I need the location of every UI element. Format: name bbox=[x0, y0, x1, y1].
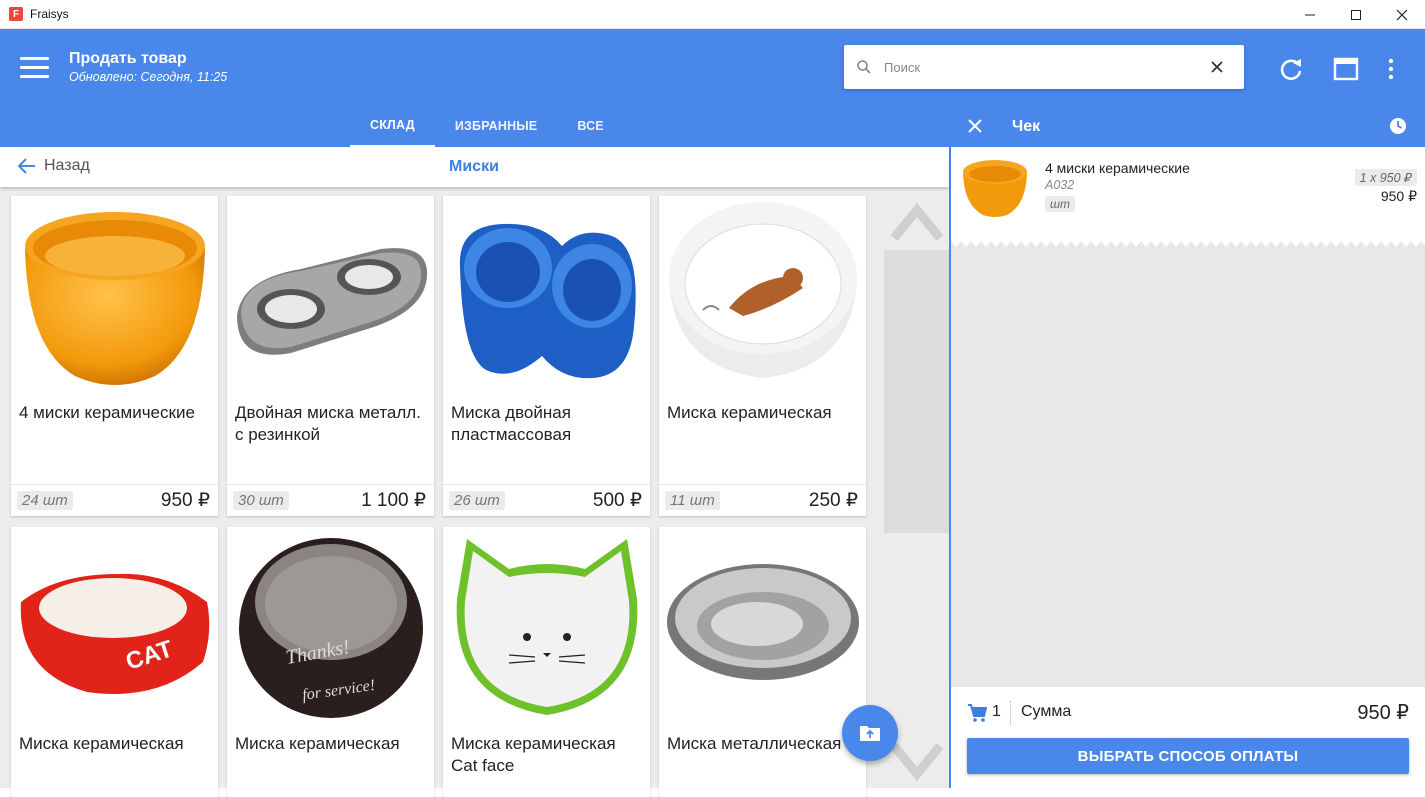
stock-badge: 11 шт bbox=[665, 491, 720, 510]
menu-icon[interactable] bbox=[20, 57, 49, 79]
product-card[interactable]: Thanks! for service! Миска керамическая bbox=[227, 527, 434, 797]
product-card[interactable]: Миска керамическая 11 шт 250 ₽ bbox=[659, 196, 866, 516]
product-image: CAT bbox=[11, 527, 218, 727]
maximize-icon bbox=[1351, 9, 1361, 20]
search-box bbox=[844, 45, 1244, 89]
category-tabs: СКЛАД ИЗБРАННЫЕ ВСЕ bbox=[350, 105, 624, 147]
receipt-header: Чек bbox=[950, 105, 1425, 147]
product-image: Thanks! for service! bbox=[227, 527, 434, 727]
more-options-icon[interactable] bbox=[1378, 56, 1404, 82]
clear-search-icon[interactable] bbox=[1208, 58, 1226, 76]
scroll-down-icon[interactable] bbox=[890, 742, 944, 782]
line-item-qty-price: 1 x 950 ₽ bbox=[1354, 169, 1417, 186]
product-image bbox=[227, 196, 434, 396]
category-title: Миски bbox=[449, 158, 499, 175]
receipt-title: Чек bbox=[1012, 118, 1041, 135]
product-card[interactable]: Миска керамическая Cat face bbox=[443, 527, 650, 797]
product-card[interactable]: Миска двойная пластмассовая 26 шт 500 ₽ bbox=[443, 196, 650, 516]
product-card[interactable]: Миска металлическая bbox=[659, 527, 866, 797]
cart-icon bbox=[968, 704, 987, 722]
product-name: Миска двойная пластмассовая bbox=[451, 403, 572, 444]
tab-all[interactable]: ВСЕ bbox=[557, 105, 624, 147]
product-image bbox=[443, 196, 650, 396]
product-price: 250 ₽ bbox=[808, 490, 858, 511]
product-image bbox=[443, 527, 650, 727]
product-card[interactable]: CAT Миска керамическая bbox=[11, 527, 218, 797]
sum-value: 950 ₽ bbox=[1357, 702, 1409, 724]
receipt-panel: 4 миски керамические A032 шт 1 x 950 ₽ 9… bbox=[949, 147, 1425, 788]
app-logo: F bbox=[9, 7, 23, 21]
close-receipt-icon[interactable] bbox=[965, 116, 985, 136]
arrow-left-icon bbox=[18, 158, 35, 174]
product-name: Двойная миска металл. с резинкой bbox=[235, 403, 421, 444]
close-window-button[interactable] bbox=[1379, 0, 1425, 29]
product-name: Миска керамическая bbox=[235, 734, 400, 753]
product-area: Назад Миски 4 миски керамические 24 шт 9… bbox=[0, 147, 949, 797]
app-header: Продать товар Обновлено: Сегодня, 11:25 … bbox=[0, 29, 1425, 147]
search-input[interactable] bbox=[884, 59, 1184, 75]
upload-folder-button[interactable] bbox=[842, 705, 898, 761]
scroll-up-icon[interactable] bbox=[890, 202, 944, 242]
stock-badge: 26 шт bbox=[449, 491, 505, 510]
maximize-button[interactable] bbox=[1333, 0, 1379, 29]
product-image bbox=[659, 196, 866, 396]
line-item-name: 4 миски керамические bbox=[1045, 160, 1190, 176]
search-icon bbox=[857, 60, 871, 74]
sum-label: Сумма bbox=[1021, 703, 1072, 720]
back-button[interactable]: Назад bbox=[18, 157, 90, 175]
close-icon bbox=[1396, 9, 1408, 20]
receipt-footer: 1 Сумма 950 ₽ ВЫБРАТЬ СПОСОБ ОПЛАТЫ bbox=[951, 687, 1425, 788]
scroll-thumb[interactable] bbox=[884, 250, 949, 533]
product-card[interactable]: Двойная миска металл. с резинкой 30 шт 1… bbox=[227, 196, 434, 516]
app-name: Fraisys bbox=[30, 7, 69, 21]
last-updated: Обновлено: Сегодня, 11:25 bbox=[69, 70, 228, 84]
minimize-button[interactable] bbox=[1287, 0, 1333, 29]
window-mode-icon[interactable] bbox=[1333, 56, 1359, 82]
choose-payment-button[interactable]: ВЫБРАТЬ СПОСОБ ОПЛАТЫ bbox=[967, 738, 1409, 774]
product-price: 950 ₽ bbox=[160, 490, 210, 511]
back-label: Назад bbox=[44, 157, 90, 174]
product-price: 1 100 ₽ bbox=[361, 490, 426, 511]
grid-scrollbar[interactable] bbox=[884, 196, 949, 788]
divider bbox=[1010, 701, 1011, 725]
product-name: 4 миски керамические bbox=[19, 403, 195, 422]
product-name: Миска керамическая bbox=[19, 734, 184, 753]
history-clock-icon[interactable] bbox=[1389, 117, 1407, 135]
tab-favorites[interactable]: ИЗБРАННЫЕ bbox=[435, 105, 558, 147]
product-name: Миска керамическая Cat face bbox=[451, 734, 616, 775]
line-item-total: 950 ₽ bbox=[1380, 188, 1417, 204]
product-price: 500 ₽ bbox=[592, 490, 642, 511]
category-navbar: Назад Миски bbox=[0, 147, 949, 187]
minimize-icon bbox=[1305, 14, 1315, 15]
line-item-thumbnail bbox=[963, 160, 1027, 217]
stock-badge: 24 шт bbox=[17, 491, 73, 510]
window-titlebar: F Fraisys bbox=[0, 0, 1425, 29]
product-image bbox=[659, 527, 866, 727]
line-item-unit: шт bbox=[1045, 196, 1075, 212]
product-name: Миска металлическая bbox=[667, 734, 842, 753]
product-card[interactable]: 4 миски керамические 24 шт 950 ₽ bbox=[11, 196, 218, 516]
cart-count: 1 bbox=[992, 703, 1001, 720]
receipt-line-item[interactable]: 4 миски керамические A032 шт 1 x 950 ₽ 9… bbox=[951, 147, 1425, 227]
product-name: Миска керамическая bbox=[667, 403, 832, 422]
tab-stock[interactable]: СКЛАД bbox=[350, 105, 435, 147]
folder-upload-icon bbox=[860, 726, 880, 741]
product-image bbox=[11, 196, 218, 396]
page-title: Продать товар bbox=[69, 50, 187, 67]
stock-badge: 30 шт bbox=[233, 491, 289, 510]
refresh-icon[interactable] bbox=[1278, 56, 1304, 82]
line-item-sku: A032 bbox=[1045, 178, 1075, 192]
receipt-tear-edge bbox=[951, 227, 1425, 247]
